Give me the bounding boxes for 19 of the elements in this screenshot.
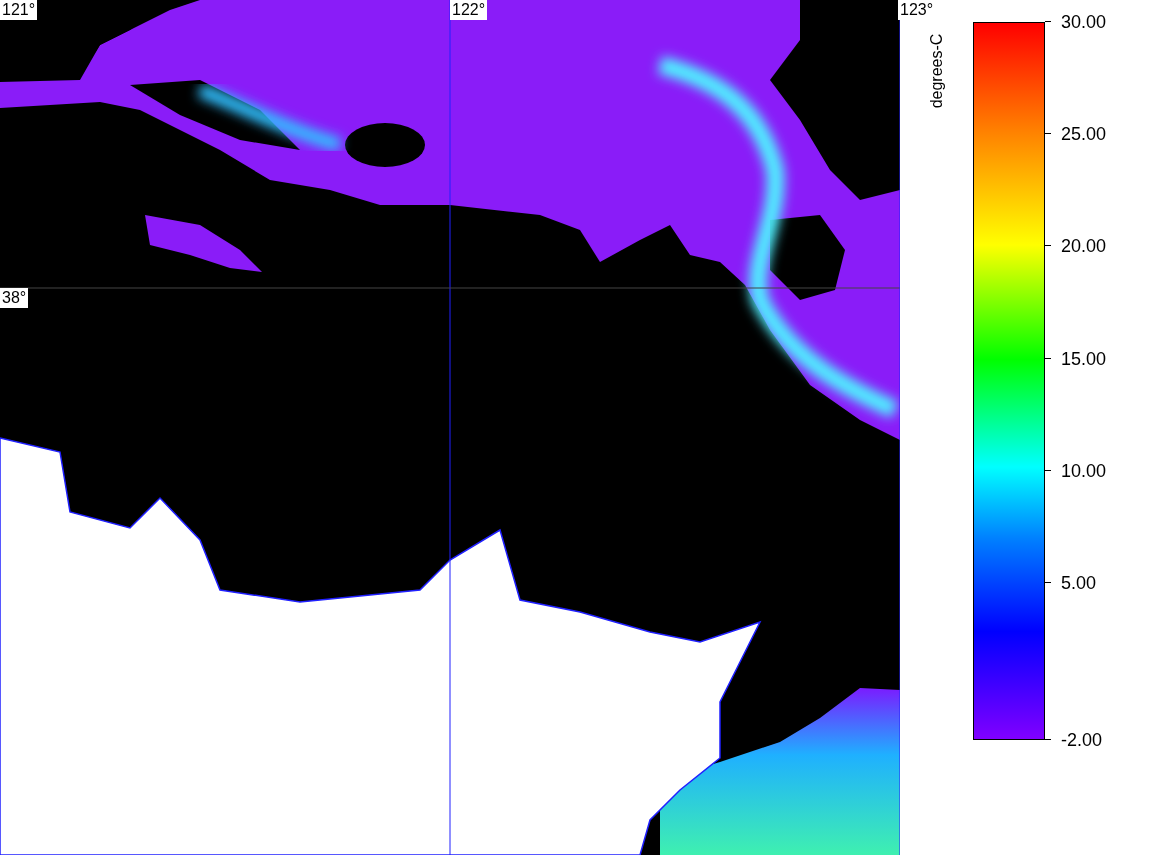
tick-mark <box>1045 245 1051 247</box>
tick-label: 25.00 <box>1061 124 1107 145</box>
tick-mark <box>1045 469 1051 471</box>
tick-label: 30.00 <box>1061 12 1107 32</box>
latitude-label: 38° <box>0 288 29 308</box>
longitude-label: 122° <box>450 0 488 20</box>
tick-label: -2.00 <box>1061 730 1103 750</box>
tick-mark <box>1045 21 1051 22</box>
tick-label: 5.00 <box>1061 572 1097 593</box>
tick-mark <box>1045 739 1051 740</box>
longitude-label: 123° <box>898 0 936 20</box>
axis-title: degrees-C <box>928 32 946 111</box>
tick-label: 10.00 <box>1061 460 1107 481</box>
tick-label: 20.00 <box>1061 236 1107 257</box>
tick-label: 15.00 <box>1061 348 1107 369</box>
longitude-label: 121° <box>0 0 38 20</box>
tick-mark <box>1045 133 1051 135</box>
tick-mark <box>1045 357 1051 359</box>
tick-mark <box>1045 581 1051 583</box>
